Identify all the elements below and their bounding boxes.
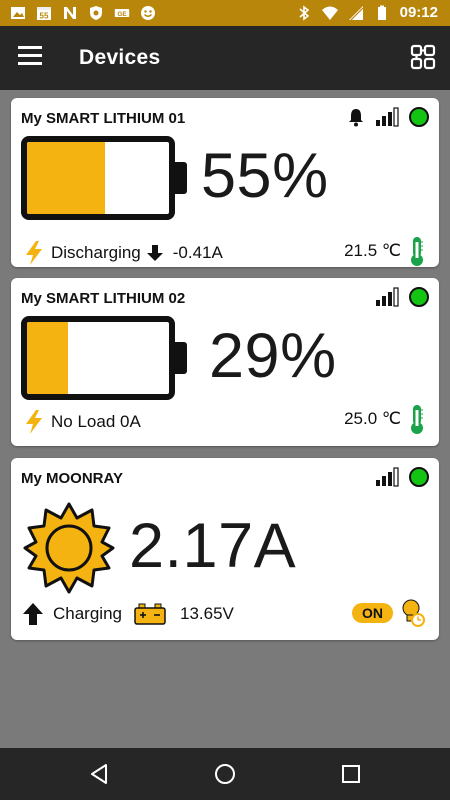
clock: 09:12 <box>399 4 438 21</box>
car-battery-icon <box>134 603 166 625</box>
recents-icon[interactable] <box>339 762 363 786</box>
bluetooth-icon <box>299 4 309 21</box>
device-state: Charging <box>53 604 122 623</box>
status-bar: 55 GE 09:12 <box>0 0 450 26</box>
state-of-charge: 55% <box>201 141 329 211</box>
n-app-icon <box>64 7 76 19</box>
smiley-icon <box>141 6 155 20</box>
signal-strength-icon <box>376 467 399 487</box>
solar-current: 2.17A <box>129 511 297 581</box>
calendar-day: 55 <box>40 12 49 21</box>
scan-devices-icon[interactable] <box>410 44 436 70</box>
signal-strength-icon <box>376 287 399 307</box>
device-name: My MOONRAY <box>21 470 123 487</box>
battery-level-graphic <box>21 136 189 220</box>
battery-fill <box>27 142 106 214</box>
device-state: No Load 0A <box>51 412 141 431</box>
thermometer-icon <box>411 237 423 266</box>
battery-fill <box>27 322 69 394</box>
ge-app-icon: GE <box>114 9 130 18</box>
connection-status-dot <box>409 107 429 127</box>
battery-voltage: 13.65V <box>180 604 234 623</box>
shield-icon <box>90 6 102 20</box>
signal-strength-icon <box>376 107 399 127</box>
wifi-icon <box>321 6 338 20</box>
calendar-icon: 55 <box>37 7 51 21</box>
back-icon[interactable] <box>88 762 112 786</box>
signal-icon <box>348 5 364 20</box>
device-name: My SMART LITHIUM 01 <box>21 110 186 127</box>
lightning-icon <box>26 410 42 434</box>
load-output-badge: ON <box>352 603 393 623</box>
hamburger-menu-icon[interactable] <box>18 46 42 70</box>
thermometer-icon <box>411 405 423 434</box>
current-value: -0.41A <box>172 243 223 262</box>
temperature-value: 21.5 ℃ <box>344 241 401 260</box>
arrow-up-icon <box>23 603 43 625</box>
connection-status-dot <box>409 287 429 307</box>
app-bar: Devices <box>0 26 450 90</box>
battery-level-graphic <box>21 316 189 400</box>
device-state: Discharging <box>51 243 141 262</box>
page-title: Devices <box>79 46 161 69</box>
connection-status-dot <box>409 467 429 487</box>
sun-icon <box>23 502 115 594</box>
state-of-charge: 29% <box>209 321 337 391</box>
bell-icon <box>349 109 363 127</box>
temperature-value: 25.0 ℃ <box>344 409 401 428</box>
image-icon <box>11 7 25 19</box>
device-card-smart-lithium-01[interactable]: My SMART LITHIUM 01 55% Discharging -0.4… <box>11 98 439 267</box>
device-card-smart-lithium-02[interactable]: My SMART LITHIUM 02 29% No Load 0A 25.0 … <box>11 278 439 446</box>
home-icon[interactable] <box>213 762 237 786</box>
device-name: My SMART LITHIUM 02 <box>21 290 186 307</box>
lightning-icon <box>26 241 42 265</box>
device-card-moonray[interactable]: My MOONRAY 2.17A Charging 13.65V ON <box>11 458 439 640</box>
arrow-down-icon <box>146 245 163 261</box>
system-nav-bar <box>0 748 450 800</box>
battery-icon <box>377 5 386 20</box>
device-list: My SMART LITHIUM 01 55% Discharging -0.4… <box>0 90 450 748</box>
ge-app-text: GE <box>117 11 127 18</box>
light-timer-icon <box>402 599 425 627</box>
